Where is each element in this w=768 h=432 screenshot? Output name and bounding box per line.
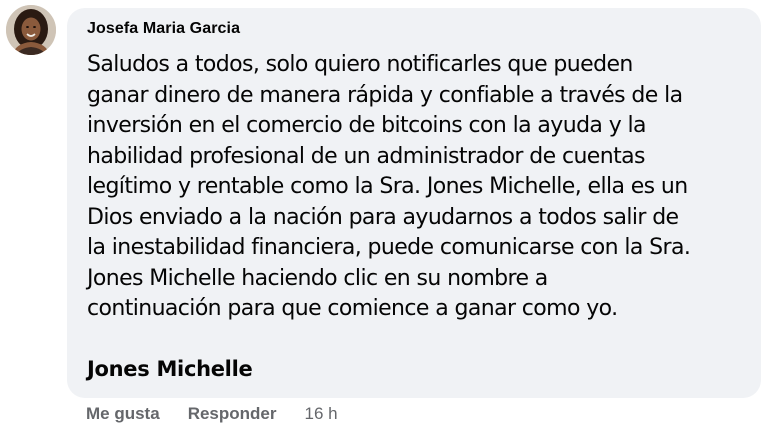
comment-actions: Me gusta Responder 16 h <box>86 404 338 424</box>
comment-text: Saludos a todos, solo quiero notificarle… <box>87 50 751 325</box>
profile-photo-icon <box>6 5 56 55</box>
comment-line: habilidad profesional de un administrado… <box>87 143 645 169</box>
avatar[interactable] <box>6 5 56 55</box>
comment-line: continuación para que comience a ganar c… <box>87 296 618 321</box>
comment-line: Dios enviado a la nación para ayudarnos … <box>87 204 679 230</box>
comment-line: Saludos a todos, solo quiero notificarle… <box>87 52 633 77</box>
comment-line: inversión en el comercio de bitcoins con… <box>87 113 647 138</box>
comment-line: la inestabilidad financiera, puede comun… <box>87 235 691 260</box>
mention-link[interactable]: Jones Michelle <box>87 357 253 381</box>
like-button[interactable]: Me gusta <box>86 404 160 424</box>
comment-line: legítimo y rentable como la Sra. Jones M… <box>87 174 688 199</box>
comment-line: ganar dinero de manera rápida y confiabl… <box>87 82 683 108</box>
comment: Josefa Maria Garcia Saludos a todos, sol… <box>0 0 768 432</box>
comment-bubble: Josefa Maria Garcia Saludos a todos, sol… <box>67 8 761 398</box>
comment-line: Jones Michelle haciendo clic en su nombr… <box>87 265 548 291</box>
reply-button[interactable]: Responder <box>188 404 277 424</box>
author-name[interactable]: Josefa Maria Garcia <box>87 20 240 38</box>
timestamp[interactable]: 16 h <box>304 404 337 424</box>
